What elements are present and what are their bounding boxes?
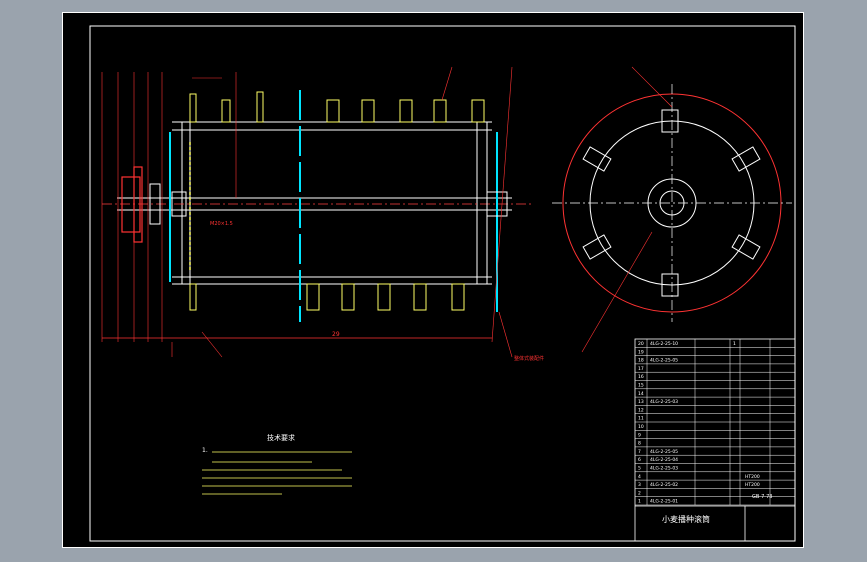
outer-border <box>62 12 804 548</box>
parts-table-cell: 4LG-2-25-04 <box>650 457 678 463</box>
cad-drawing: 29 整体式装配件 M20×1.5 技术要求 1. 20 4LG-2-25-10… <box>62 12 804 548</box>
part-callout: 整体式装配件 <box>514 355 544 362</box>
parts-table-cell: 2 <box>638 490 641 496</box>
notes-title: 技术要求 <box>267 433 295 442</box>
parts-table-cell: 5 <box>638 466 641 472</box>
parts-table-cell: 10 <box>638 424 644 430</box>
parts-table-cell: 4LG-2-25-05 <box>650 358 678 364</box>
parts-table-cell: 17 <box>638 366 644 372</box>
parts-table-cell: 11 <box>638 416 644 422</box>
notes-number: 1. <box>202 447 208 454</box>
parts-table-cell: 4LG-2-25-01 <box>650 499 678 505</box>
drawing-sheet: 29 整体式装配件 M20×1.5 技术要求 1. 20 4LG-2-25-10… <box>62 12 804 548</box>
side-view <box>552 66 792 353</box>
length-dimension: 29 <box>332 331 340 338</box>
callout-label: M20×1.5 <box>210 221 233 227</box>
parts-table-cell: 3 <box>638 482 641 488</box>
parts-table-cell: 20 <box>638 341 644 347</box>
parts-table-cell: 16 <box>638 374 644 380</box>
technical-notes: 技术要求 1. <box>202 433 352 495</box>
parts-table-cell: HT200 <box>745 482 760 488</box>
parts-table-cell: HT200 <box>745 474 760 480</box>
parts-table-cell: 4LG-2-25-03 <box>650 399 678 405</box>
title-name: 小麦播种滚筒 <box>662 514 710 524</box>
front-view: 29 整体式装配件 M20×1.5 <box>101 66 544 362</box>
drawing-code: GB-7-73 <box>752 494 772 500</box>
parts-table-cell: 12 <box>638 407 644 413</box>
parts-table: 20 4LG-2-25-10 11918 4LG-2-25-051716151413 4… <box>634 338 796 542</box>
parts-table-cell: 4 <box>638 474 641 480</box>
parts-table-cell: 13 <box>638 399 644 405</box>
parts-table-cell: 4LG-2-25-02 <box>650 482 678 488</box>
parts-table-cell: 7 <box>638 449 641 455</box>
parts-table-cell: 6 <box>638 457 641 463</box>
parts-table-cell: 14 <box>638 391 644 397</box>
parts-table-cell: 1 <box>638 499 641 505</box>
parts-table-cell: 18 <box>638 358 644 364</box>
parts-table-cell: 9 <box>638 432 641 438</box>
parts-table-cell: 8 <box>638 441 641 447</box>
parts-table-cell: 15 <box>638 383 644 389</box>
parts-table-cell: 4LG-2-25-05 <box>650 449 678 455</box>
parts-table-cell: 19 <box>638 349 644 355</box>
parts-table-cell: 4LG-2-25-10 <box>650 341 678 347</box>
parts-table-cell: 4LG-2-25-03 <box>650 466 678 472</box>
parts-table-cell: 1 <box>733 341 736 347</box>
